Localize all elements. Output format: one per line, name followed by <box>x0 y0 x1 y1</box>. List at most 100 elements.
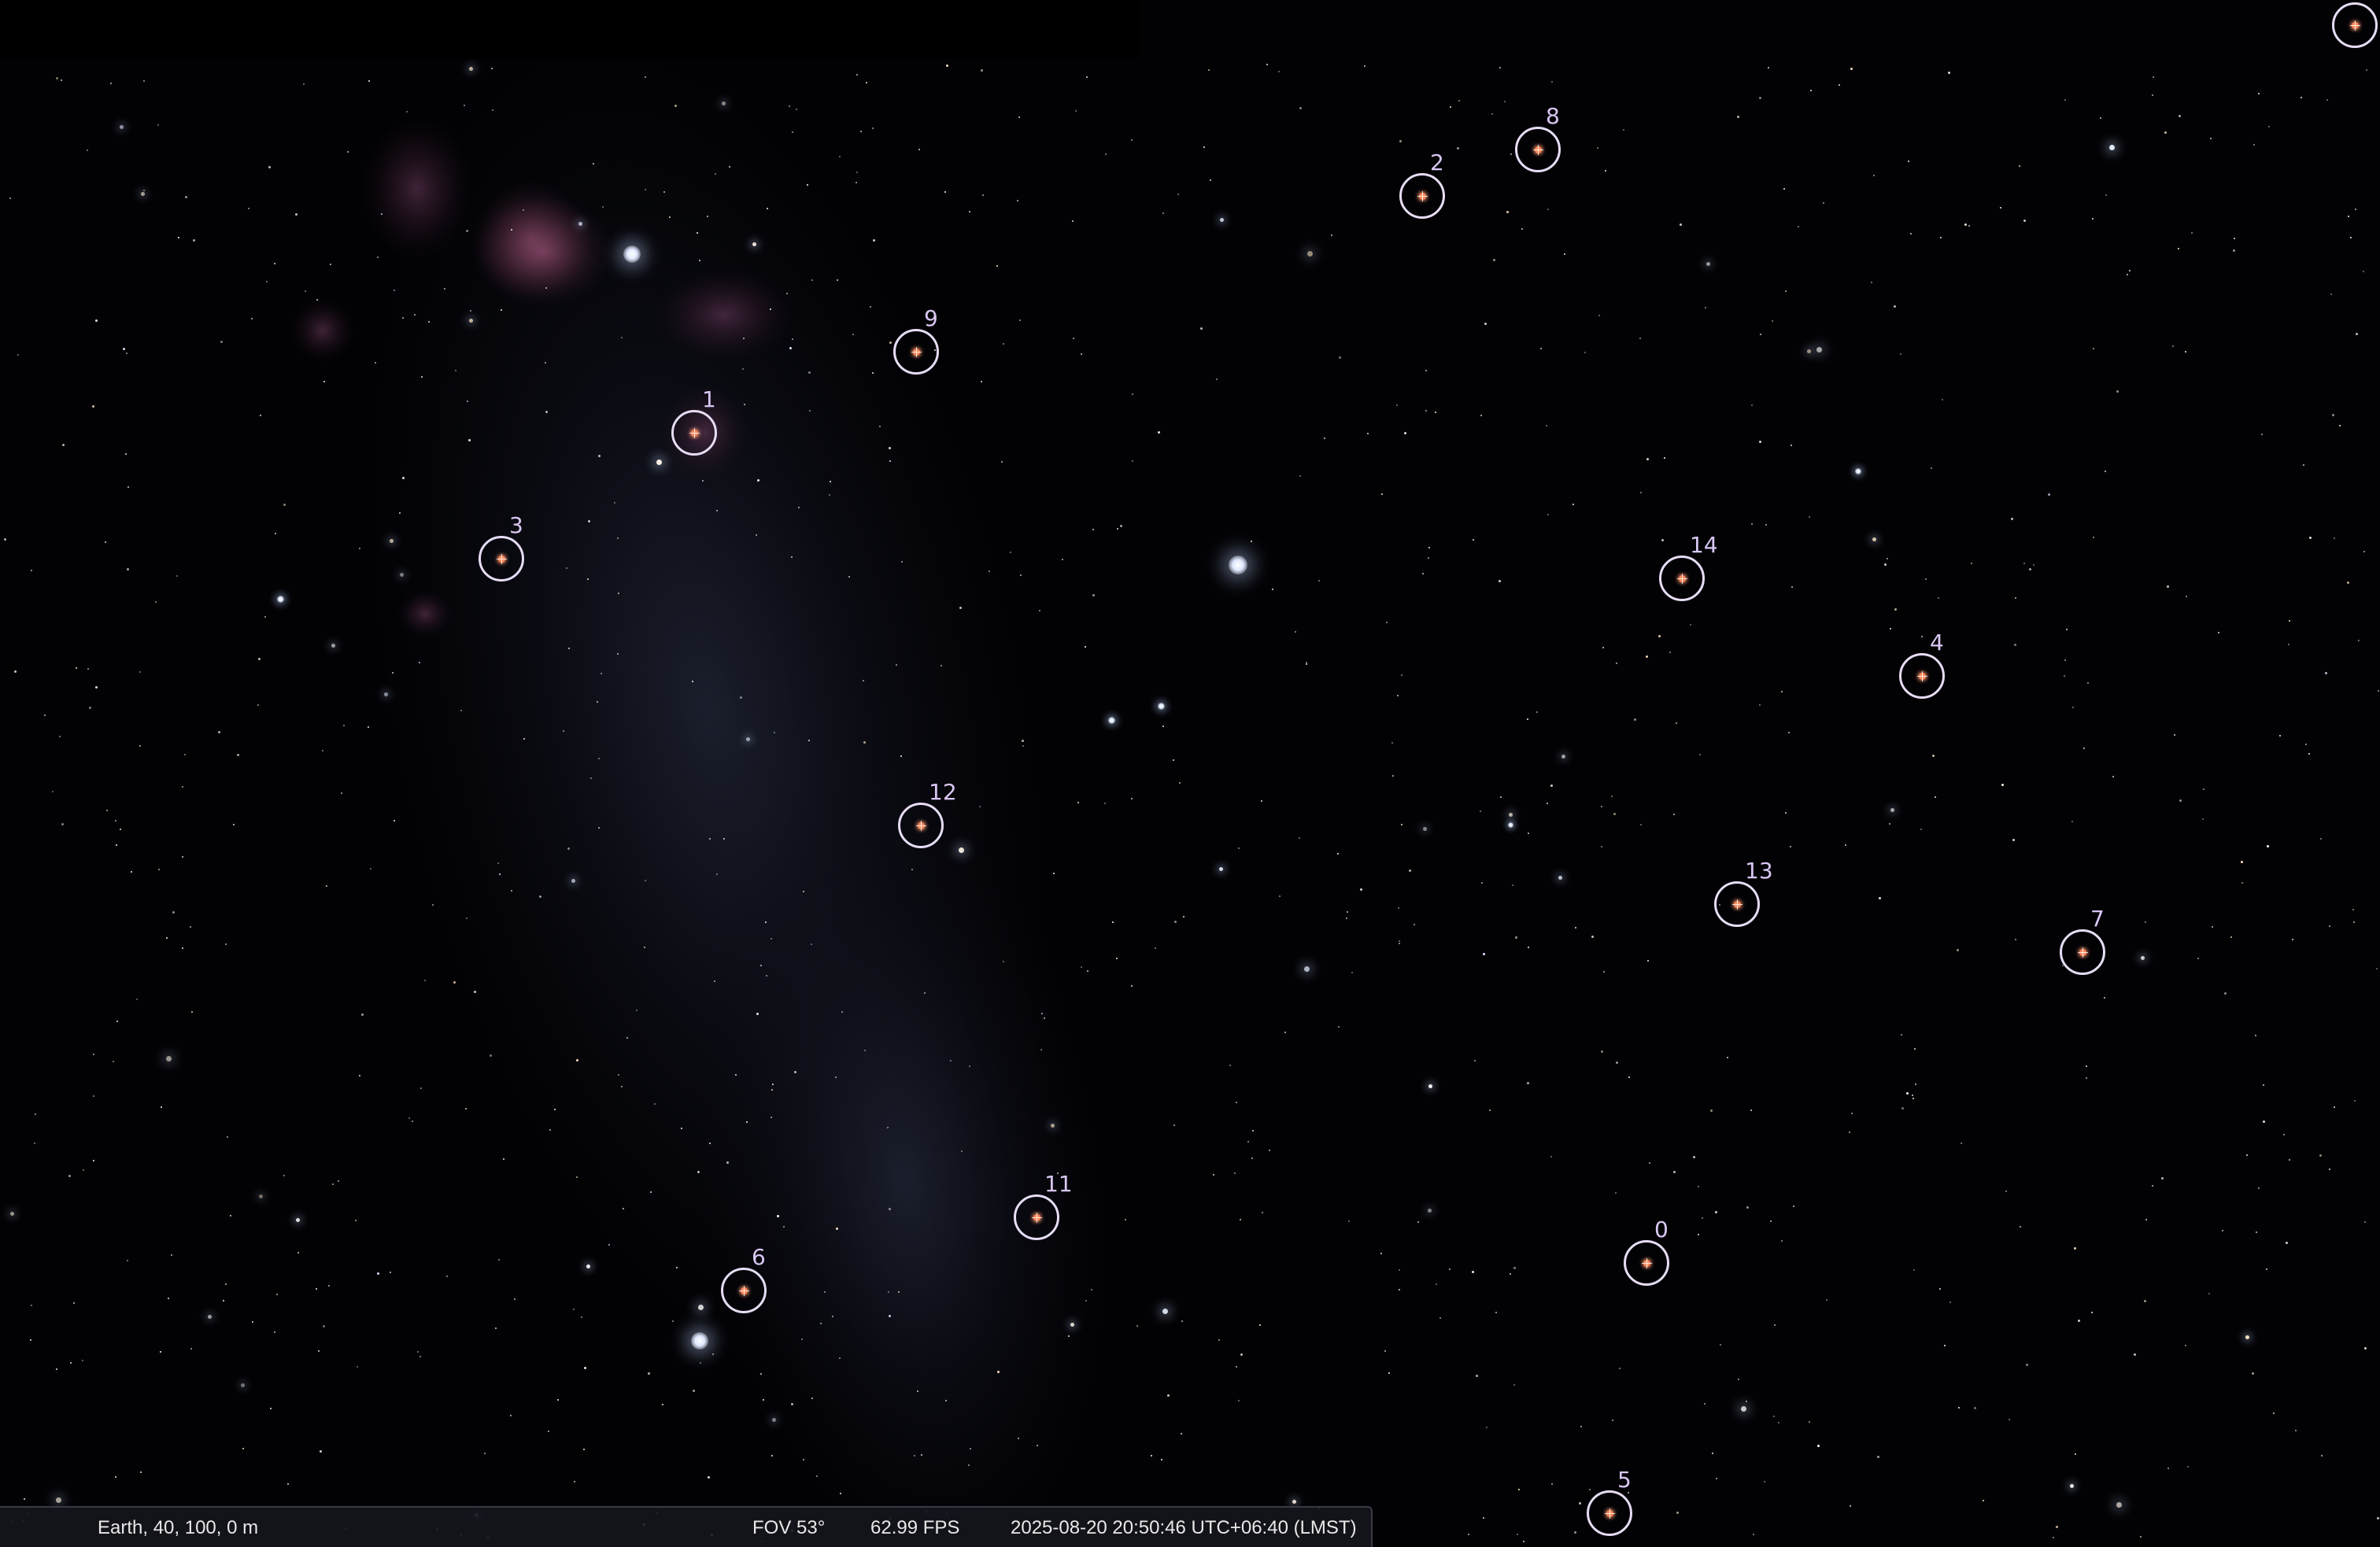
background-star <box>139 745 141 747</box>
background-star <box>820 1323 822 1324</box>
object-marker[interactable]: 1 <box>2332 0 2378 48</box>
background-star <box>729 166 730 168</box>
background-star <box>2141 956 2145 960</box>
background-star <box>185 196 187 198</box>
background-star <box>1634 718 1636 721</box>
background-star <box>2355 209 2356 210</box>
background-star <box>1348 1220 1350 1222</box>
background-star <box>2289 1159 2290 1161</box>
background-star <box>783 1226 785 1228</box>
background-star <box>621 1086 623 1087</box>
background-star <box>420 1087 422 1089</box>
background-star <box>131 871 132 873</box>
background-star <box>1942 399 1943 401</box>
background-star <box>1474 1060 1476 1061</box>
background-star <box>1151 1455 1152 1457</box>
background-star <box>1781 1240 1783 1242</box>
object-marker[interactable]: 4 <box>1899 632 1945 699</box>
background-star <box>1380 1253 1382 1254</box>
background-star <box>1020 574 1022 576</box>
background-star <box>1364 65 1366 67</box>
object-marker[interactable]: 5 <box>1587 1469 1632 1536</box>
background-star <box>31 570 32 571</box>
background-star <box>1850 68 1853 70</box>
background-star <box>1339 356 1341 359</box>
background-star <box>2104 997 2105 999</box>
background-star <box>2230 936 2232 938</box>
background-star <box>602 206 604 208</box>
background-star <box>856 172 858 173</box>
background-star <box>1131 985 1133 987</box>
background-star <box>1251 541 1252 542</box>
background-star <box>1920 829 1922 830</box>
background-star <box>879 426 881 427</box>
background-star <box>1173 1124 1175 1126</box>
background-star <box>1751 523 1753 525</box>
background-star <box>889 447 891 449</box>
background-star <box>2320 838 2322 840</box>
background-star <box>1381 493 1383 495</box>
background-star <box>789 347 792 349</box>
background-star <box>468 439 471 441</box>
object-marker[interactable]: 3 <box>479 515 524 582</box>
object-marker[interactable]: 1 <box>671 389 717 456</box>
object-marker[interactable]: 0 <box>1624 1219 1669 1286</box>
background-star <box>1884 563 1887 566</box>
background-star <box>829 494 830 496</box>
sky-view[interactable]: 0 1 2 3 4 5 6 7 8 9 11 12 13 14 <box>0 0 2380 1545</box>
background-star <box>1517 1534 1518 1535</box>
background-star <box>116 844 117 846</box>
object-marker[interactable]: 2 <box>1399 152 1445 219</box>
background-star <box>1845 844 1846 846</box>
background-star <box>230 1215 231 1217</box>
background-star <box>1081 353 1082 355</box>
background-star <box>1022 745 1024 747</box>
background-star <box>2334 1106 2335 1108</box>
object-marker[interactable]: 12 <box>898 781 957 848</box>
object-marker[interactable]: 8 <box>1515 105 1561 172</box>
background-star <box>2185 1345 2186 1346</box>
star-core-icon <box>738 1285 749 1296</box>
object-marker[interactable]: 6 <box>721 1246 767 1313</box>
background-star <box>1914 1048 1916 1050</box>
object-marker[interactable]: 11 <box>1014 1173 1073 1240</box>
background-star <box>2091 1312 2093 1313</box>
background-star <box>1561 755 1565 759</box>
background-star <box>1546 425 1547 426</box>
background-star <box>1646 458 1649 460</box>
background-star <box>1018 116 1020 118</box>
background-star <box>1404 432 1406 434</box>
background-star <box>809 410 811 412</box>
background-star <box>1809 516 1810 518</box>
background-star <box>626 1037 628 1039</box>
background-star <box>1351 972 1353 973</box>
background-star <box>1706 262 1710 266</box>
background-star <box>597 701 598 703</box>
background-star <box>1826 1299 1828 1301</box>
background-star <box>17 354 19 356</box>
background-star <box>1889 823 1890 825</box>
object-marker[interactable]: 14 <box>1659 534 1718 601</box>
background-star <box>274 263 275 264</box>
background-star <box>2258 93 2260 94</box>
background-star <box>381 213 382 215</box>
object-marker[interactable]: 13 <box>1714 860 1773 927</box>
background-star <box>1528 947 1529 948</box>
background-star <box>1768 67 1769 68</box>
background-star <box>1259 1324 1261 1326</box>
background-star <box>1712 1453 1713 1454</box>
background-star <box>95 686 98 689</box>
background-star <box>1117 528 1118 530</box>
background-star <box>303 83 305 85</box>
background-star <box>1391 742 1393 744</box>
background-star <box>1716 1478 1717 1479</box>
object-marker[interactable]: 7 <box>2060 908 2105 975</box>
background-star <box>693 1390 695 1392</box>
background-star <box>1018 1438 1019 1439</box>
background-star <box>1940 237 1942 238</box>
background-star <box>889 1315 891 1317</box>
background-star <box>945 1400 947 1401</box>
background-star <box>2071 821 2073 822</box>
background-star <box>1086 76 1088 78</box>
object-marker[interactable]: 9 <box>893 308 939 375</box>
